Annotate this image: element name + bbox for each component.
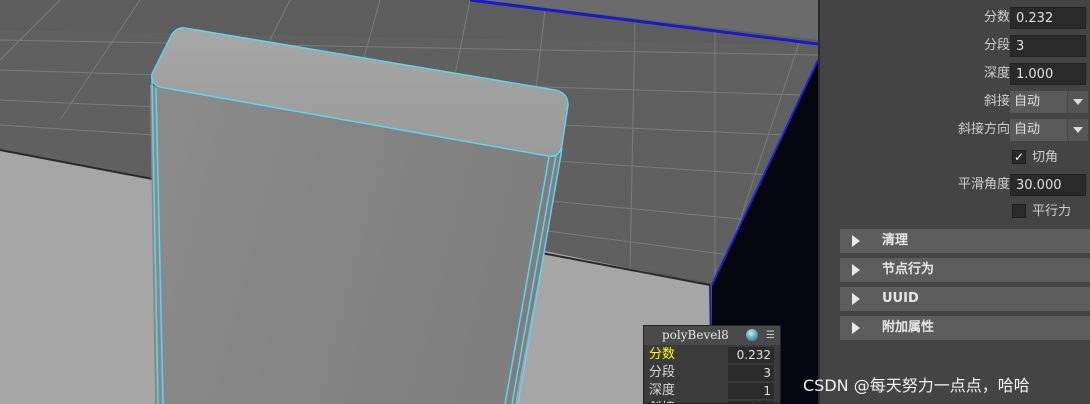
channel-row-segments[interactable]: 分段 3 (646, 364, 780, 382)
channel-name: 斜接 (649, 400, 675, 403)
fraction-label: 分数 (983, 10, 1010, 25)
chamfer-mode-value: 自动 (1014, 94, 1041, 109)
chamfer-checkbox[interactable]: ✓ (1012, 150, 1026, 164)
depth-field[interactable]: 1.000 (1010, 63, 1086, 85)
attr-row-fraction: 分数 0.232 (820, 6, 1090, 30)
triangle-right-icon (852, 235, 860, 247)
channel-name: 分数 (649, 347, 676, 362)
section-cleanup[interactable]: 清理 (840, 229, 1090, 253)
smoothing-angle-field[interactable]: 30.000 (1010, 174, 1086, 196)
channel-value[interactable]: 1 (728, 383, 774, 399)
attr-row-chamfer: ✓ 切角 (820, 146, 1090, 170)
node-sphere-icon[interactable] (746, 329, 758, 341)
section-node-behavior[interactable]: 节点行为 (840, 258, 1090, 282)
attr-row-segments: 分段 3 (820, 34, 1090, 58)
attr-row-chamfer-direction: 斜接方向 自动 (820, 118, 1090, 142)
channel-name: 深度 (649, 383, 676, 398)
watermark: CSDN @每天努力一点点，哈哈 (803, 376, 1030, 395)
segments-label: 分段 (983, 38, 1010, 53)
section-label: 附加属性 (882, 320, 935, 335)
section-label: 节点行为 (882, 262, 935, 277)
chamfer-label: 切角 (1032, 150, 1059, 165)
triangle-right-icon (852, 293, 860, 305)
attr-row-parallel: 平行力 (820, 200, 1090, 224)
viewport-3d[interactable]: polyBevel8 ☰ 分数 0.232 分段 3 深度 1 斜接 自动 (0, 0, 818, 404)
attr-row-smoothing-angle: 平滑角度 30.000 (820, 173, 1090, 197)
section-label: 清理 (882, 233, 909, 248)
section-extra-attributes[interactable]: 附加属性 (840, 316, 1090, 340)
chamfer-mode-dropdown[interactable]: 自动 (1010, 91, 1088, 113)
chevron-down-icon[interactable] (1067, 91, 1088, 113)
triangle-right-icon (852, 264, 860, 276)
chevron-down-icon[interactable] (1067, 119, 1088, 141)
chamfer-mode-label: 斜接 (983, 94, 1010, 109)
chamfer-direction-label: 斜接方向 (957, 122, 1010, 137)
section-label: UUID (882, 291, 919, 306)
channel-value[interactable]: 3 (728, 365, 774, 381)
attr-row-chamfer-mode: 斜接 自动 (820, 90, 1090, 114)
parallel-label: 平行力 (1032, 204, 1072, 219)
fraction-field[interactable]: 0.232 (1010, 7, 1086, 29)
chamfer-direction-dropdown[interactable]: 自动 (1010, 119, 1088, 141)
menu-lines-icon[interactable]: ☰ (766, 330, 775, 341)
attribute-editor-panel: 分数 0.232 分段 3 深度 1.000 斜接 自动 斜接方向 自动 ✓ 切… (818, 0, 1090, 404)
channel-row-depth[interactable]: 深度 1 (646, 382, 780, 400)
parallel-checkbox[interactable] (1012, 204, 1026, 218)
chamfer-direction-value: 自动 (1014, 122, 1041, 137)
channel-box-popup[interactable]: polyBevel8 ☰ 分数 0.232 分段 3 深度 1 斜接 自动 (643, 325, 781, 404)
triangle-right-icon (852, 322, 860, 334)
smoothing-angle-label: 平滑角度 (957, 177, 1010, 192)
channel-value[interactable]: 0.232 (728, 347, 774, 363)
depth-label: 深度 (983, 66, 1010, 81)
channel-row-fraction[interactable]: 分数 0.232 (646, 346, 780, 364)
channel-box-title: polyBevel8 (662, 328, 729, 342)
channel-row-chamfer-mode[interactable]: 斜接 自动 (646, 400, 780, 403)
attr-row-depth: 深度 1.000 (820, 62, 1090, 86)
section-uuid[interactable]: UUID (840, 287, 1090, 311)
segments-field[interactable]: 3 (1010, 35, 1086, 57)
channel-name: 分段 (649, 365, 676, 380)
